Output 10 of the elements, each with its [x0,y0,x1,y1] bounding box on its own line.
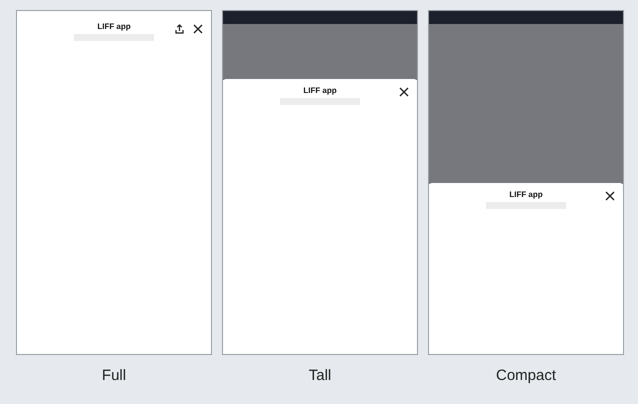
app-title: LIFF app [97,22,131,32]
close-icon[interactable] [193,24,203,34]
view-caption: Compact [496,366,556,386]
view-caption: Tall [308,366,332,386]
share-icon[interactable] [175,24,184,34]
view-caption: Full [102,366,126,386]
app-title: LIFF app [303,86,337,96]
app-title: LIFF app [509,190,543,200]
close-icon[interactable] [605,191,615,201]
close-icon[interactable] [399,87,409,97]
